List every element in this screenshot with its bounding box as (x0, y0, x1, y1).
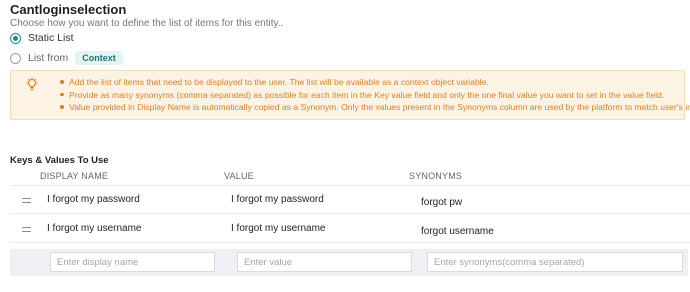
static-list-label: Static List (28, 32, 74, 44)
row-display-name[interactable]: I forgot my password (47, 194, 140, 205)
column-header-synonyms: SYNONYMS (409, 171, 463, 181)
info-item: Value provided in Display Name is automa… (59, 101, 690, 114)
page-subtitle: Choose how you want to define the list o… (10, 18, 284, 29)
info-item: Add the list of items that need to be di… (59, 76, 690, 89)
list-from-option[interactable]: List from Context (10, 51, 123, 65)
info-item: Provide as many synonyms (comma separate… (59, 89, 690, 102)
table-row[interactable]: I forgot my username I forgot my usernam… (10, 215, 690, 243)
info-box: Add the list of items that need to be di… (10, 70, 690, 120)
static-list-option[interactable]: Static List (10, 32, 74, 44)
row-synonyms[interactable]: forgot username (421, 226, 494, 237)
lightbulb-icon (26, 77, 38, 91)
static-list-radio[interactable] (10, 32, 21, 44)
column-header-value: VALUE (224, 171, 254, 181)
row-display-name[interactable]: I forgot my username (47, 223, 141, 234)
synonyms-input[interactable] (427, 252, 683, 272)
row-synonyms[interactable]: forgot pw (421, 197, 462, 208)
row-value[interactable]: I forgot my username (231, 223, 325, 234)
table-row[interactable]: I forgot my password I forgot my passwor… (10, 186, 690, 214)
drag-handle-icon[interactable] (22, 227, 31, 232)
keys-values-title: Keys & Values To Use (10, 155, 109, 166)
list-from-label: List from (28, 52, 69, 64)
row-value[interactable]: I forgot my password (231, 194, 324, 205)
value-input[interactable] (237, 252, 412, 272)
info-list: Add the list of items that need to be di… (59, 76, 690, 114)
display-name-input[interactable] (50, 252, 215, 272)
column-header-display-name: DISPLAY NAME (40, 171, 109, 181)
context-badge: Context (75, 51, 123, 65)
drag-handle-icon[interactable] (22, 198, 31, 203)
new-item-row (10, 249, 688, 276)
list-from-radio[interactable] (10, 52, 21, 64)
page-title: Cantloginselection (10, 2, 127, 17)
